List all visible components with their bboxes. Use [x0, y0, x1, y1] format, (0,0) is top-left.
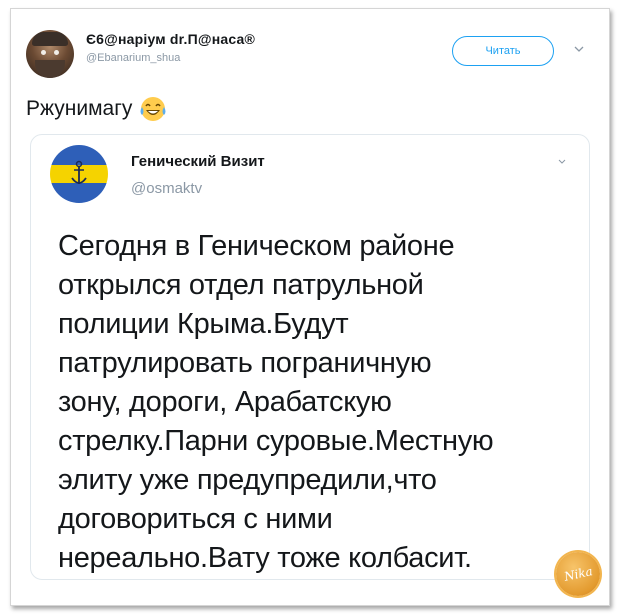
quoted-tweet-text: Сегодня в Геническом районе открылся отд…	[58, 227, 578, 578]
quoted-line: договориться с ними	[58, 503, 333, 535]
author-handle[interactable]: @Ebanarium_shua	[86, 52, 180, 64]
quoted-line: открылся отдел патрульной	[58, 269, 424, 301]
author-display-name[interactable]: Є6@наріум dr.П@наса®	[86, 31, 255, 47]
quoted-chevron-down-icon[interactable]	[557, 157, 567, 167]
watermark-logo: Nika	[556, 552, 600, 596]
avatar-beard	[35, 60, 65, 78]
quoted-line: Сегодня в Геническом районе	[58, 230, 455, 262]
quoted-line: патрулировать пограничную	[58, 347, 432, 379]
quoted-display-name[interactable]: Генический Визит	[131, 153, 265, 170]
quoted-line: полиции Крыма.Будут	[58, 308, 349, 340]
quoted-line: элиту уже предупредили,что	[58, 464, 437, 496]
follow-button[interactable]: Читать	[452, 36, 554, 66]
quoted-handle[interactable]: @osmaktv	[131, 180, 202, 197]
tears-of-joy-emoji-icon	[140, 97, 166, 121]
avatar-eyes	[40, 50, 60, 56]
chevron-down-icon[interactable]	[572, 42, 586, 56]
author-avatar[interactable]	[26, 30, 74, 78]
tweet-text: Ржунимагу	[26, 94, 168, 124]
watermark-text: Nika	[562, 564, 594, 584]
quoted-line: нереально.Вату тоже колбасит.	[58, 542, 472, 574]
quoted-line: зону, дороги, Арабатскую	[58, 386, 392, 418]
quoted-avatar[interactable]	[50, 145, 108, 203]
avatar-hat	[32, 32, 68, 46]
quoted-line: стрелку.Парни суровые.Местную	[58, 425, 494, 457]
tweet-text-content: Ржунимагу	[26, 97, 133, 120]
anchor-icon	[71, 160, 87, 184]
